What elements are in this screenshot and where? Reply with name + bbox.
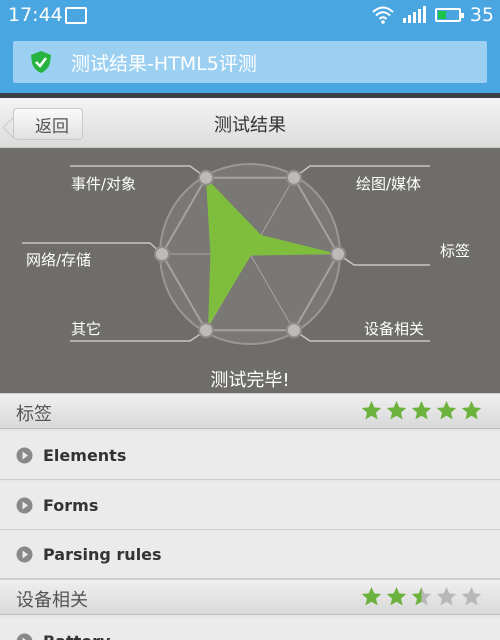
star-icon [411, 587, 432, 606]
radar-label-tags: 标签 [440, 242, 471, 260]
rating-stars [361, 400, 482, 421]
radar-axis-node [198, 322, 214, 339]
star-icon [411, 401, 432, 420]
star-icon [461, 401, 482, 420]
radar-label-other: 其它 [71, 320, 102, 338]
radar-axis-node [330, 246, 346, 262]
star-icon [386, 401, 407, 420]
radar-label-device: 设备相关 [364, 320, 425, 338]
list-item[interactable]: Battery [0, 617, 500, 640]
star-icon [436, 587, 457, 606]
play-circle-icon [16, 633, 33, 640]
play-circle-icon [16, 497, 33, 513]
rating-stars [361, 586, 482, 607]
list-item[interactable]: Parsing rules [0, 530, 500, 579]
star-icon [361, 587, 382, 606]
play-circle-icon [16, 546, 33, 562]
page-title: 测试结果 [214, 115, 286, 136]
result-header: 返回 测试结果 [0, 98, 500, 148]
list-item-label: Elements [43, 445, 127, 465]
radar-axis-node [286, 322, 302, 339]
star-icon [386, 587, 407, 606]
radar-label-graphics: 绘图/媒体 [356, 175, 422, 193]
image-icon [65, 7, 87, 24]
section-title: 设备相关 [16, 590, 88, 611]
status-time: 17:44 [8, 4, 63, 26]
list-item-label: Forms [43, 495, 99, 515]
shield-check-icon [31, 51, 51, 73]
wifi-icon [372, 6, 394, 24]
star-icon [361, 401, 382, 420]
section-device[interactable]: 设备相关 [0, 579, 500, 615]
app-title-bar: 测试结果-HTML5评测 [0, 33, 500, 93]
list-item-label: Parsing rules [43, 544, 162, 564]
status-bar: 17:44 35 [0, 0, 500, 33]
app-title-box: 测试结果-HTML5评测 [13, 41, 487, 83]
list-item[interactable]: Forms [0, 481, 500, 530]
battery-level: 35 [469, 4, 494, 26]
radar-axis-node [154, 246, 170, 262]
radar-leader-line [337, 253, 430, 266]
radar-axis-node [286, 169, 302, 186]
signal-icon [402, 6, 426, 23]
radar-chart: 标签 设备相关 其它 网络/存储 事件/对象 绘图/媒体 测试完毕! [0, 148, 500, 393]
list-item[interactable]: Elements [0, 431, 500, 480]
test-status: 测试完毕! [210, 370, 290, 391]
list-item-label: Battery [43, 632, 110, 640]
star-icon [461, 587, 482, 606]
radar-label-events: 事件/对象 [71, 175, 137, 193]
section-title: 标签 [16, 404, 52, 425]
radar-label-network: 网络/存储 [26, 251, 92, 269]
play-circle-icon [16, 447, 33, 463]
radar-axis-node [198, 169, 214, 186]
star-icon [436, 401, 457, 420]
battery-icon [434, 8, 464, 22]
app-title-text: 测试结果-HTML5评测 [71, 52, 257, 75]
section-tags[interactable]: 标签 [0, 393, 500, 429]
